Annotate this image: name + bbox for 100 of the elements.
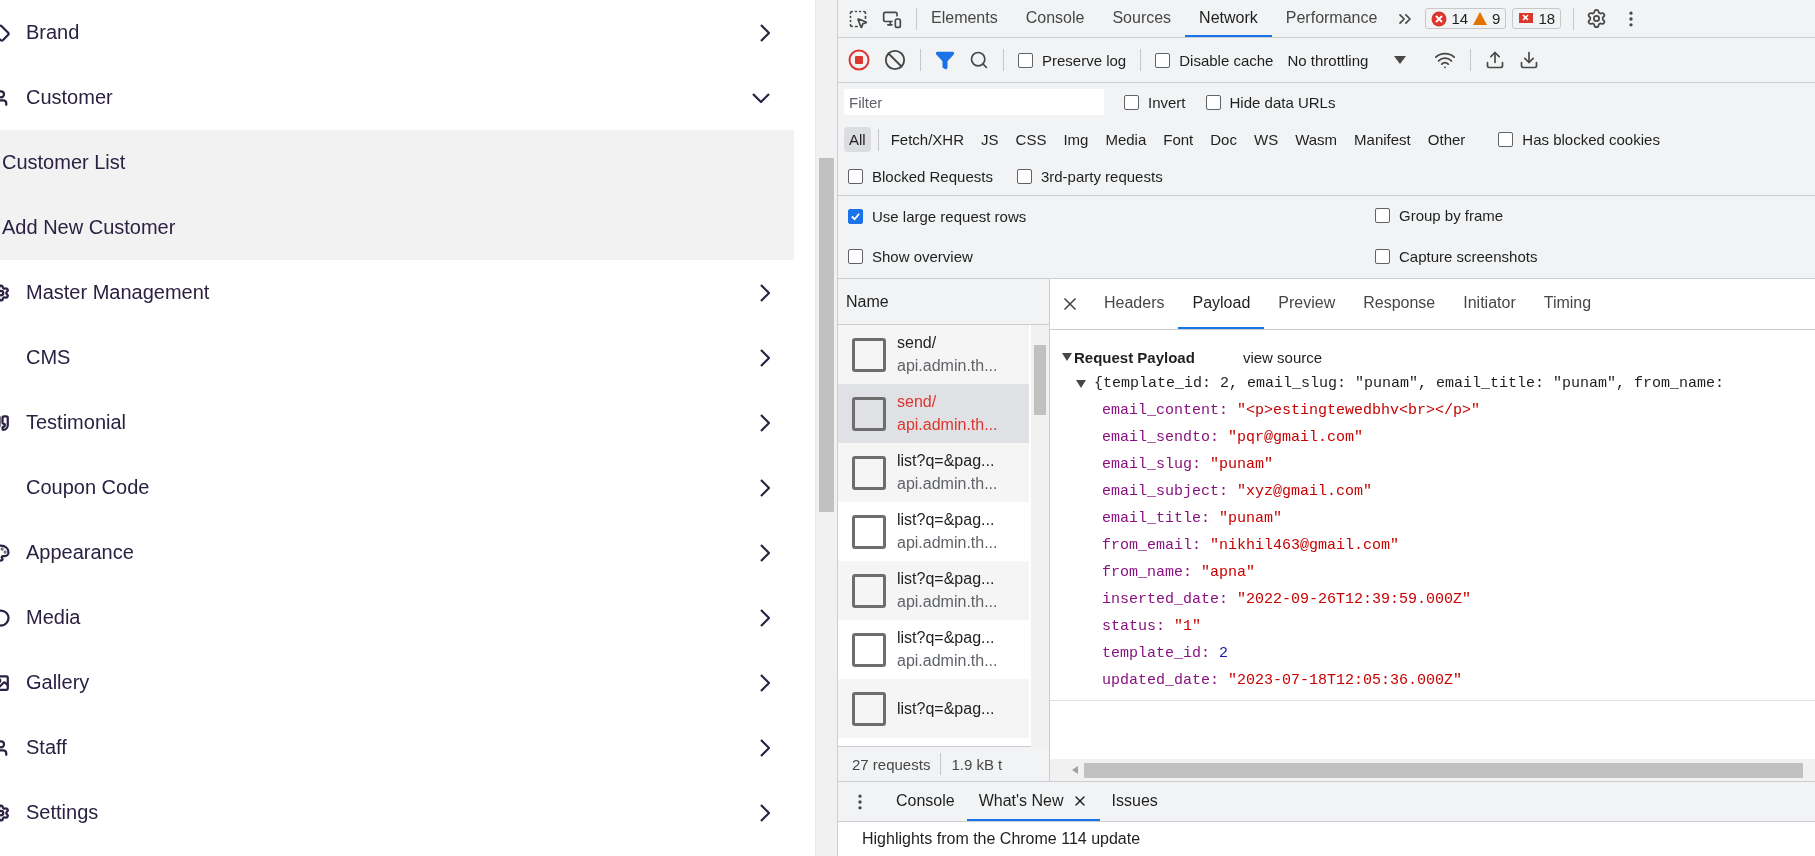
upload-icon[interactable] — [1485, 50, 1506, 70]
detail-tab[interactable]: Payload — [1178, 279, 1265, 329]
submenu-item[interactable]: Add New Customer — [0, 195, 794, 260]
drawer-text: Highlights from the Chrome 114 update — [861, 829, 1142, 849]
file-icon — [852, 691, 886, 726]
devtools-tab[interactable]: Console — [1011, 0, 1099, 37]
sidebar-item[interactable]: Coupon Code — [0, 455, 794, 520]
checkbox-label: Show overview — [872, 248, 973, 265]
warning-icon — [1472, 11, 1489, 26]
caret-icon[interactable] — [1076, 379, 1086, 388]
sidebar-item[interactable]: Master Management — [0, 260, 794, 325]
inspect-icon[interactable] — [848, 8, 868, 29]
type-filter[interactable]: WS — [1248, 127, 1284, 152]
checkbox[interactable] — [1205, 94, 1221, 110]
column-header[interactable]: Name — [838, 279, 1049, 325]
devtools-tab[interactable]: Sources — [1098, 0, 1186, 37]
sidebar-item[interactable]: CMS — [0, 325, 794, 390]
download-icon[interactable] — [1519, 50, 1540, 70]
type-filter[interactable]: CSS — [1010, 127, 1052, 152]
type-filter[interactable]: Wasm — [1290, 127, 1343, 152]
checkbox-label: Group by frame — [1399, 207, 1504, 224]
checkbox-label: Invert — [1148, 93, 1186, 111]
sidebar-item[interactable]: Gallery — [0, 650, 794, 715]
type-filter[interactable]: Fetch/XHR — [885, 127, 970, 152]
scrollbar[interactable] — [1050, 759, 1815, 781]
request-domain: api.admin.th... — [897, 357, 998, 375]
drawer-tab[interactable]: Issues — [1099, 782, 1170, 821]
drawer-tab[interactable]: What's New — [966, 782, 1100, 821]
checkbox[interactable] — [1375, 208, 1390, 223]
detail-tab[interactable]: Response — [1349, 279, 1450, 329]
settings-icon[interactable] — [1586, 8, 1608, 29]
request-row[interactable]: list?q=&pag... api.admin.th... — [838, 443, 1029, 502]
detail-tab[interactable]: Timing — [1529, 279, 1606, 329]
search-icon[interactable] — [969, 50, 989, 70]
submenu-item[interactable]: Customer List — [0, 130, 794, 195]
property-key: updated_date: — [1102, 672, 1220, 689]
drawer-tab[interactable]: Console — [884, 782, 967, 821]
scrollbar[interactable] — [815, 0, 837, 856]
detail-tab[interactable]: Headers — [1090, 279, 1179, 329]
checkbox-label: 3rd-party requests — [1040, 168, 1163, 185]
checkbox[interactable] — [1155, 52, 1171, 68]
detail-tab[interactable]: Preview — [1264, 279, 1350, 329]
transfer-size: 1.9 kB t — [951, 755, 1003, 773]
property-value: "punam" — [1219, 510, 1283, 527]
sidebar-item[interactable]: Customer — [0, 65, 794, 130]
request-name: list?q=&pag... — [897, 699, 995, 718]
devtools-tab[interactable]: Performance — [1271, 0, 1392, 37]
view-source-link[interactable]: view source — [1242, 348, 1323, 366]
type-filter[interactable]: All — [844, 127, 871, 152]
type-filter[interactable]: Doc — [1205, 127, 1242, 152]
checkbox[interactable] — [1018, 52, 1033, 68]
scrollbar[interactable] — [1031, 325, 1049, 747]
type-filter[interactable]: Manifest — [1349, 127, 1416, 152]
record-stop-icon[interactable] — [848, 49, 870, 71]
filter-field[interactable]: Filter — [844, 89, 1104, 115]
sidebar-item[interactable]: Settings — [0, 780, 794, 845]
request-row[interactable]: send/ api.admin.th... — [838, 384, 1029, 443]
checkbox[interactable] — [848, 209, 863, 224]
request-name: send/ — [897, 393, 938, 411]
request-row[interactable]: list?q=&pag... — [838, 679, 1029, 738]
type-filter[interactable]: Other — [1422, 127, 1471, 152]
property-key: email_subject: — [1102, 483, 1229, 500]
checkbox[interactable] — [848, 169, 863, 184]
checkbox[interactable] — [1498, 132, 1514, 147]
request-row[interactable]: list?q=&pag... api.admin.th... — [838, 561, 1029, 620]
checkbox[interactable] — [1375, 249, 1390, 264]
detail-tab[interactable]: Initiator — [1449, 279, 1530, 329]
sidebar-item[interactable]: Staff — [0, 715, 794, 780]
caret-icon[interactable] — [1062, 353, 1072, 361]
devtools-tab[interactable]: Elements — [917, 0, 1012, 37]
property-value: "pqr@gmail.com" — [1228, 429, 1364, 446]
property-value: "<p>estingtewedbhv<br></p>" — [1237, 402, 1481, 419]
type-filter[interactable]: Font — [1158, 127, 1199, 152]
checkbox[interactable] — [1124, 94, 1139, 110]
issues-badge[interactable]: 18 — [1512, 8, 1562, 29]
property-value: "1" — [1174, 618, 1202, 635]
checkbox-label: Hide data URLs — [1229, 93, 1336, 111]
file-icon — [852, 396, 886, 431]
sidebar-item[interactable]: Media — [0, 585, 794, 650]
checkbox-label: Blocked Requests — [872, 168, 993, 185]
type-filter[interactable]: Img — [1058, 127, 1094, 152]
sidebar-item[interactable]: Appearance — [0, 520, 794, 585]
issue-counter[interactable]: 14 9 — [1425, 8, 1507, 29]
request-name: list?q=&pag... — [897, 570, 996, 588]
sidebar-item[interactable]: Brand — [0, 0, 794, 65]
throttling-select[interactable]: No throttling — [1287, 51, 1407, 69]
error-count: 14 — [1451, 10, 1469, 27]
property-value: "2022-09-26T12:39:59.000Z" — [1237, 591, 1472, 608]
checkbox[interactable] — [1016, 169, 1032, 184]
checkbox[interactable] — [848, 249, 863, 264]
request-count: 27 requests — [852, 755, 931, 773]
sidebar-item[interactable]: Testimonial — [0, 390, 794, 455]
type-filter[interactable]: JS — [976, 127, 1004, 152]
request-domain: api.admin.th... — [897, 534, 998, 552]
issue-count: 18 — [1538, 10, 1556, 27]
clear-icon[interactable] — [884, 49, 906, 71]
type-filter[interactable]: Media — [1100, 127, 1152, 152]
checkmark-icon — [850, 211, 861, 222]
filter-icon[interactable] — [935, 50, 955, 70]
request-row[interactable]: send/ api.admin.th... — [838, 325, 1029, 384]
